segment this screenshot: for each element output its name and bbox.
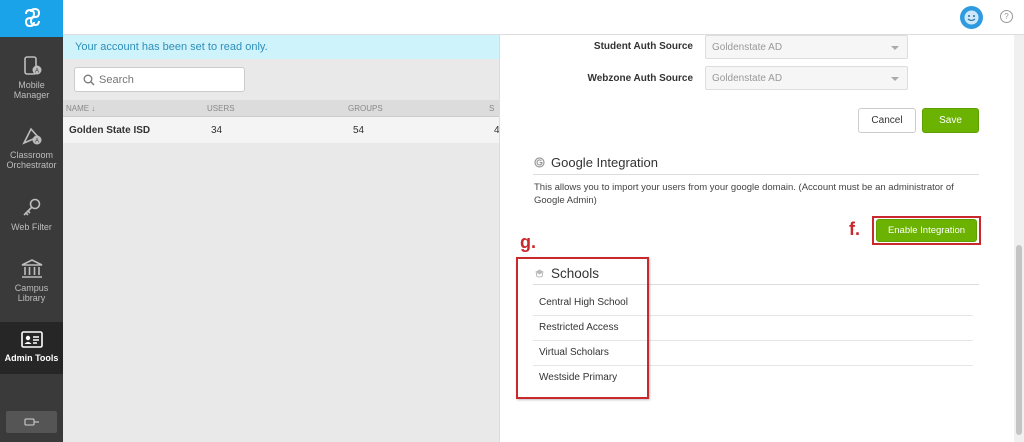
webzone-auth-select[interactable]: Goldenstate AD [705,66,908,90]
table-row[interactable]: Golden State ISD 34 54 4 [63,117,500,143]
svg-text:A: A [34,69,38,75]
column-header-users[interactable]: USERS [207,104,235,113]
search-icon [83,74,95,85]
sidebar-item-admin-tools[interactable]: Admin Tools [0,322,63,374]
svg-text:A: A [34,139,38,145]
logo-icon [24,7,40,27]
districts-table: NAME ↓ USERS GROUPS S Golden State ISD 3… [63,100,500,143]
collapse-icon [23,418,39,426]
web-filter-icon [22,198,40,216]
sidebar-item-label: Campus Library [14,283,49,303]
chevron-down-icon [891,46,899,50]
cancel-button[interactable]: Cancel [858,108,916,133]
sidebar-item-label: Classroom Orchestrator [6,150,57,170]
webzone-auth-label: Webzone Auth Source [587,73,693,84]
sidebar: A Mobile Manager A Classroom Orchestrato… [0,0,63,442]
empty-area [63,143,499,442]
column-header-s[interactable]: S [489,104,494,113]
smiley-icon [964,10,979,25]
search-box[interactable] [74,67,245,92]
cell-name: Golden State ISD [69,125,151,136]
sidebar-item-label: Mobile Manager [13,80,50,100]
student-auth-label: Student Auth Source [593,41,693,52]
table-header: NAME ↓ USERS GROUPS S [63,100,499,117]
enable-integration-button[interactable]: Enable Integration [876,219,977,242]
admin-tools-icon [20,331,43,348]
sidebar-item-mobile-manager[interactable]: A Mobile Manager [0,55,63,110]
google-integration-title: Google Integration [551,155,658,170]
sidebar-item-web-filter[interactable]: Web Filter [0,197,63,242]
webzone-auth-value: Goldenstate AD [712,73,783,84]
top-bar: ? [63,0,1024,35]
sidebar-item-classroom-orchestrator[interactable]: A Classroom Orchestrator [0,125,63,180]
classroom-orchestrator-icon: A [21,127,41,145]
student-auth-value: Goldenstate AD [712,42,783,53]
user-avatar[interactable] [960,6,983,29]
annotation-box-g [516,257,649,399]
mobile-manager-icon: A [23,56,41,75]
app-logo[interactable] [0,0,63,37]
column-header-name[interactable]: NAME ↓ [66,104,95,113]
column-header-groups[interactable]: GROUPS [348,104,383,113]
read-only-notice: Your account has been set to read only. [63,35,499,59]
google-integration-description: This allows you to import your users fro… [534,182,954,206]
divider [533,174,979,175]
search-input[interactable] [99,73,239,86]
sidebar-item-label: Web Filter [11,222,52,232]
annotation-f: f. [849,219,860,239]
save-button[interactable]: Save [922,108,979,133]
chevron-down-icon [891,77,899,81]
sidebar-item-campus-library[interactable]: Campus Library [0,258,63,308]
help-icon[interactable]: ? [1000,10,1013,23]
google-integration-heading: Google Integration [534,155,658,170]
google-icon [534,157,545,168]
annotation-g: g. [520,232,536,252]
cell-groups: 54 [353,125,365,136]
cell-users: 34 [211,125,223,136]
campus-library-icon [21,259,42,278]
scrollbar-thumb[interactable] [1016,245,1022,435]
collapse-sidebar-button[interactable] [6,411,57,433]
sidebar-item-label: Admin Tools [4,353,59,363]
student-auth-select[interactable]: Goldenstate AD [705,35,908,59]
